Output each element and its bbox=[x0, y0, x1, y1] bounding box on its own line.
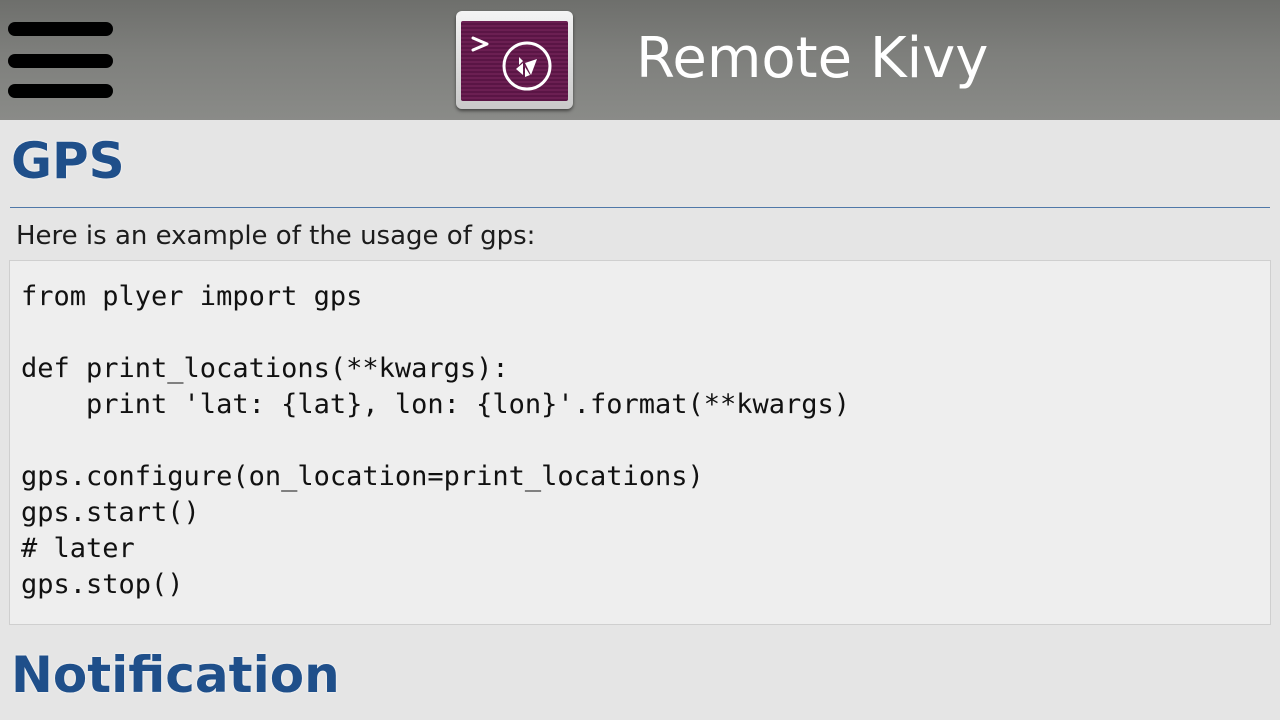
section-heading-notification: Notification bbox=[11, 646, 340, 704]
hamburger-menu-icon[interactable] bbox=[8, 22, 113, 100]
top-app-bar: Remote Kivy bbox=[0, 0, 1280, 120]
heading-divider bbox=[10, 207, 1270, 208]
logo-screen bbox=[461, 21, 568, 101]
logo-glyph bbox=[471, 36, 552, 91]
code-block: from plyer import gps def print_location… bbox=[9, 260, 1271, 625]
kivy-terminal-logo-icon bbox=[456, 11, 573, 109]
menu-bar-line bbox=[8, 54, 113, 68]
menu-bar-line bbox=[8, 84, 113, 98]
scrollbar[interactable] bbox=[1276, 120, 1280, 720]
app-title: Remote Kivy bbox=[636, 26, 989, 91]
menu-bar-line bbox=[8, 22, 113, 36]
section-heading-gps: GPS bbox=[11, 132, 125, 190]
main-content: GPS Here is an example of the usage of g… bbox=[0, 120, 1280, 720]
section-intro-text: Here is an example of the usage of gps: bbox=[16, 221, 536, 251]
code-text: from plyer import gps def print_location… bbox=[21, 281, 851, 600]
